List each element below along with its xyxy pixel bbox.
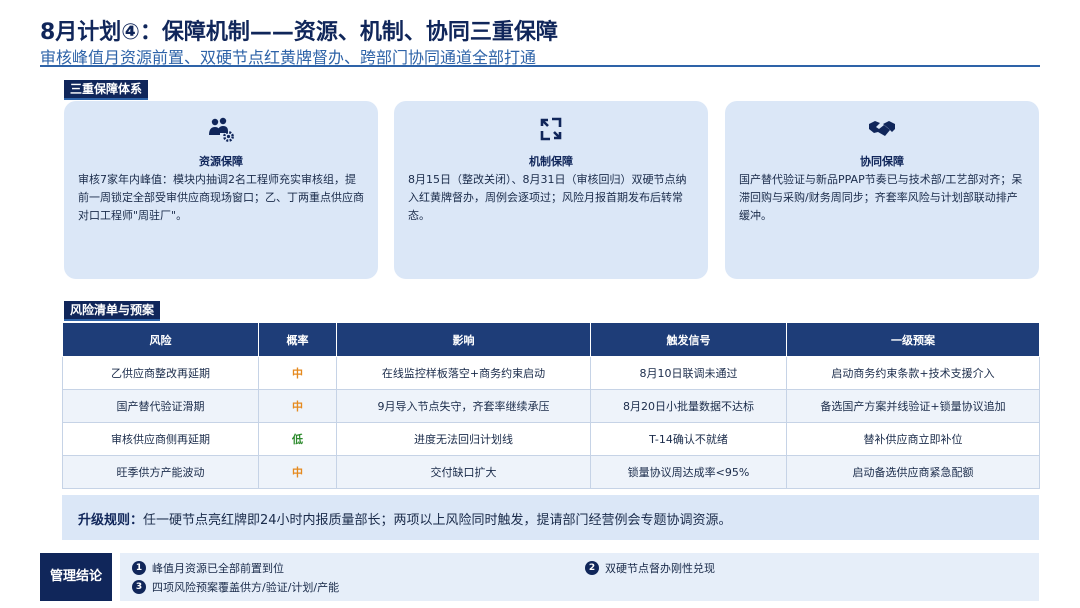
table-row: 国产替代验证滑期 中 9月导入节点失守，齐套率继续承压 8月20日小批量数据不达… [62,389,1040,423]
number-badge-icon: 2 [585,561,599,575]
plan-cell: 启动备选供应商紧急配额 [786,455,1040,489]
conclusion-item: 1 峰值月资源已全部前置到位 [132,560,284,576]
escalation-rule-text: 任一硬节点亮红牌即24小时内报质量部长；两项以上风险同时触发，提请部门经营例会专… [143,513,732,528]
table-row: 旺季供方产能波动 中 交付缺口扩大 锁量协议周达成率<95% 启动备选供应商紧急… [62,455,1040,489]
pillar-body: 国产替代验证与新品PPAP节奏已与技术部/工艺部对齐；呆滞回购与采购/财务周同步… [739,173,1023,222]
escalation-rule-label: 升级规则： [78,513,144,528]
plan-cell: 启动商务约束条款+技术支援介入 [786,356,1040,390]
impact-cell: 进度无法回归计划线 [336,422,591,456]
handshake-icon [869,121,895,136]
pillars-section-label: 三重保障体系 [64,80,149,100]
title-divider [40,65,1040,67]
pillar-body: 审核7家年内峰值：模块内抽调2名工程师充实审核组，提前一周锁定全部受审供应商现场… [78,173,364,222]
column-header-signal: 触发信号 [590,322,787,357]
conclusion-text: 双硬节点督办刚性兑现 [605,562,715,575]
risk-table: 风险 概率 影响 触发信号 一级预案 乙供应商整改再延期 中 在线监控样板落空+… [62,322,1040,489]
impact-cell: 交付缺口扩大 [336,455,591,489]
signal-cell: 8月10日联调未通过 [590,356,787,390]
column-header-impact: 影响 [336,322,591,357]
plan-cell: 备选国产方案并线验证+锁量协议追加 [786,389,1040,423]
conclusion-label: 管理结论 [40,553,112,601]
page-title: 8月计划④：保障机制——资源、机制、协同三重保障 [40,20,558,45]
pillar-title: 机制保障 [529,155,573,168]
signal-cell: T-14确认不就绪 [590,422,787,456]
conclusion-text: 四项风险预案覆盖供方/验证/计划/产能 [152,581,340,594]
pillar-body: 8月15日（整改关闭）、8月31日（审核回归）双硬节点纳入红黄牌督办，周例会逐项… [408,173,687,222]
probability-cell: 低 [258,422,337,456]
column-header-plan: 一级预案 [786,322,1040,357]
impact-cell: 在线监控样板落空+商务约束启动 [336,356,591,390]
cycle-arrows-icon [540,117,562,141]
impact-cell: 9月导入节点失守，齐套率继续承压 [336,389,591,423]
pillar-title: 协同保障 [860,155,904,168]
risk-cell: 国产替代验证滑期 [62,389,259,423]
conclusion-item: 3 四项风险预案覆盖供方/验证/计划/产能 [132,579,339,595]
conclusion-item: 2 双硬节点督办刚性兑现 [585,560,715,576]
probability-cell: 中 [258,455,337,489]
plan-cell: 替补供应商立即补位 [786,422,1040,456]
risk-cell: 旺季供方产能波动 [62,455,259,489]
risk-table-header: 风险 概率 影响 触发信号 一级预案 [62,322,1040,357]
conclusion-box: 1 峰值月资源已全部前置到位 2 双硬节点督办刚性兑现 3 四项风险预案覆盖供方… [120,553,1039,601]
probability-cell: 中 [258,356,337,390]
team-gear-icon [209,117,234,142]
table-row: 审核供应商侧再延期 低 进度无法回归计划线 T-14确认不就绪 替补供应商立即补… [62,422,1040,456]
pillar-card-resource: 资源保障 审核7家年内峰值：模块内抽调2名工程师充实审核组，提前一周锁定全部受审… [64,101,378,279]
risk-cell: 乙供应商整改再延期 [62,356,259,390]
probability-cell: 中 [258,389,337,423]
signal-cell: 8月20日小批量数据不达标 [590,389,787,423]
pillar-card-mechanism: 机制保障 8月15日（整改关闭）、8月31日（审核回归）双硬节点纳入红黄牌督办，… [394,101,708,279]
risk-section-label: 风险清单与预案 [64,301,161,321]
number-badge-icon: 3 [132,580,146,594]
escalation-rule-box: 升级规则：任一硬节点亮红牌即24小时内报质量部长；两项以上风险同时触发，提请部门… [62,495,1039,540]
column-header-risk: 风险 [62,322,259,357]
pillar-card-collaboration: 协同保障 国产替代验证与新品PPAP节奏已与技术部/工艺部对齐；呆滞回购与采购/… [725,101,1039,279]
table-row: 乙供应商整改再延期 中 在线监控样板落空+商务约束启动 8月10日联调未通过 启… [62,356,1040,390]
conclusion-text: 峰值月资源已全部前置到位 [152,562,284,575]
column-header-probability: 概率 [258,322,337,357]
pillar-title: 资源保障 [199,155,243,168]
escalation-rule: 升级规则：任一硬节点亮红牌即24小时内报质量部长；两项以上风险同时触发，提请部门… [78,509,732,528]
signal-cell: 锁量协议周达成率<95% [590,455,787,489]
number-badge-icon: 1 [132,561,146,575]
risk-cell: 审核供应商侧再延期 [62,422,259,456]
